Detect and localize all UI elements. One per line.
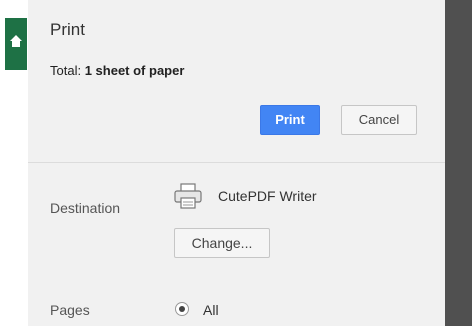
home-tab[interactable] bbox=[5, 18, 27, 70]
home-icon bbox=[10, 35, 22, 47]
pages-all-label[interactable]: All bbox=[203, 302, 219, 318]
header-divider bbox=[28, 162, 445, 163]
pages-all-radio[interactable] bbox=[175, 302, 189, 316]
pages-label: Pages bbox=[50, 302, 90, 318]
destination-label: Destination bbox=[50, 200, 121, 216]
change-destination-button[interactable]: Change... bbox=[174, 228, 270, 258]
total-label: Total: bbox=[50, 63, 82, 78]
total-value: 1 sheet of paper bbox=[84, 63, 185, 78]
destination-printer-name: CutePDF Writer bbox=[218, 188, 317, 204]
print-header: Print Total: 1 sheet of paper Print Canc… bbox=[28, 0, 445, 162]
dialog-title: Print bbox=[50, 20, 85, 39]
cancel-button[interactable]: Cancel bbox=[341, 105, 417, 135]
print-dialog: Print Total: 1 sheet of paper Print Canc… bbox=[28, 0, 445, 326]
printer-icon bbox=[174, 183, 202, 209]
sheet-total: Total: 1 sheet of paper bbox=[50, 63, 184, 78]
preview-area-edge bbox=[445, 0, 472, 326]
print-button[interactable]: Print bbox=[260, 105, 320, 135]
